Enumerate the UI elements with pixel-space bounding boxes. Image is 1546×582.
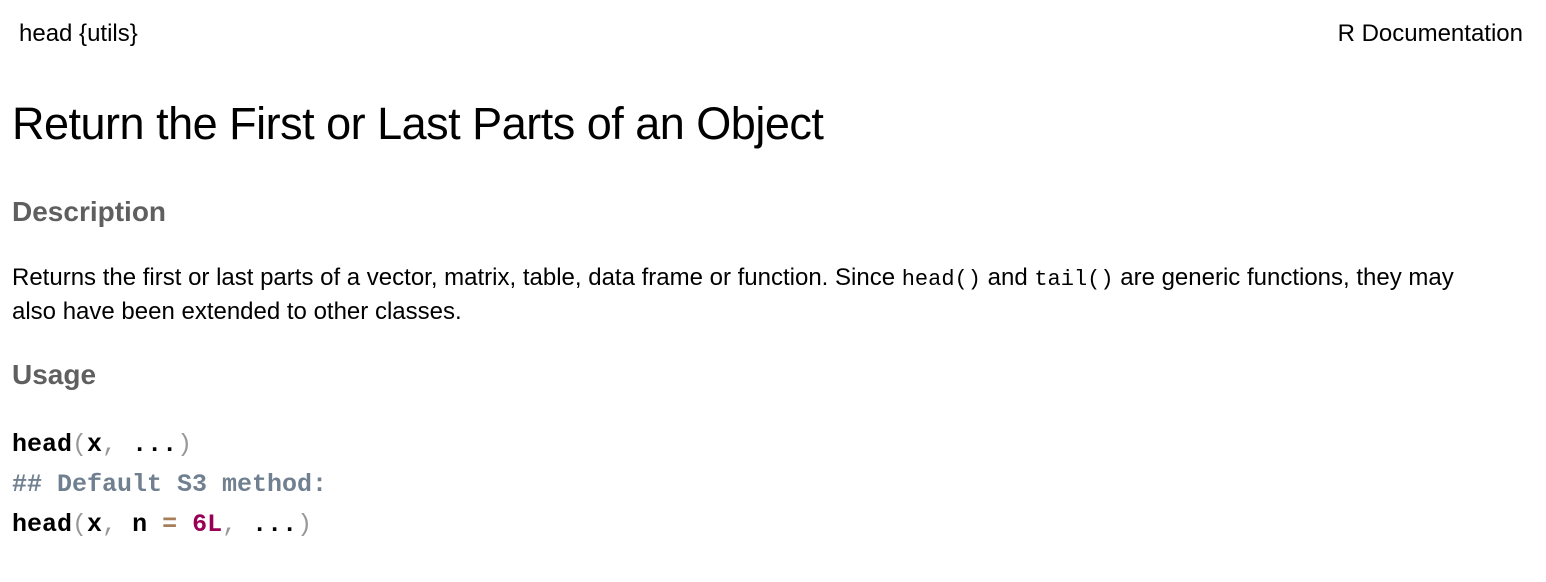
description-heading: Description (12, 196, 167, 227)
code-function-name: head (12, 510, 73, 539)
description-text-part: and (980, 264, 1035, 291)
page-title: Return the First or Last Parts of an Obj… (12, 98, 824, 149)
inline-code-tail: tail() (1034, 267, 1114, 292)
code-argument: x (87, 430, 103, 459)
code-function-name: head (12, 430, 73, 459)
usage-heading: Usage (12, 359, 97, 390)
code-punctuation: ) (177, 430, 193, 459)
code-line-1: head(x, ...) (12, 430, 192, 459)
code-number: 6L (177, 510, 223, 539)
code-argument: x (87, 510, 103, 539)
code-punctuation: , (102, 430, 118, 459)
code-dots: ... (117, 430, 178, 459)
code-punctuation: ( (72, 510, 88, 539)
code-punctuation: , (102, 510, 118, 539)
code-line-3: head(x, n = 6L, ...) (12, 510, 312, 539)
inline-code-head: head() (901, 267, 981, 292)
description-text-part: Returns the first or last parts of a vec… (12, 264, 902, 291)
r-documentation-label: R Documentation (1337, 20, 1523, 47)
code-dots: ... (237, 510, 298, 539)
code-punctuation: ) (297, 510, 313, 539)
code-comment: ## Default S3 method: (12, 470, 328, 499)
usage-code-block: head(x, ...) ## Default S3 method: head(… (12, 425, 327, 545)
code-argument: n (117, 510, 163, 539)
code-operator: = (162, 510, 178, 539)
code-punctuation: , (222, 510, 238, 539)
description-text: Returns the first or last parts of a vec… (12, 262, 1502, 328)
package-label: head {utils} (19, 20, 138, 47)
code-punctuation: ( (72, 430, 88, 459)
